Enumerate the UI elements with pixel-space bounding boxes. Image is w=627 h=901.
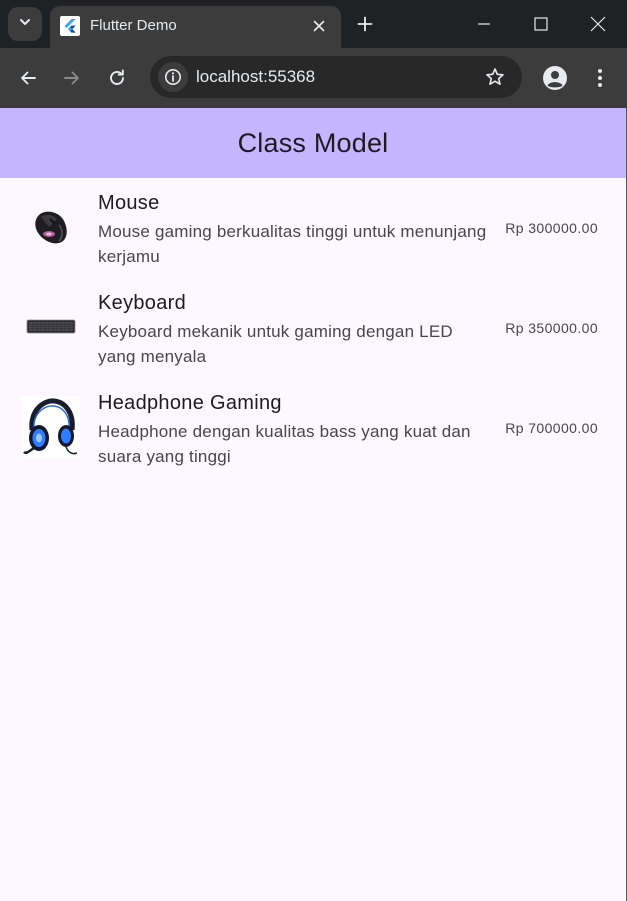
product-name: Mouse	[98, 192, 160, 214]
back-button[interactable]	[12, 62, 44, 94]
product-price: Rp 350000.00	[505, 320, 598, 336]
browser-toolbar: localhost:55368	[0, 48, 627, 108]
product-image-headphone	[22, 396, 80, 458]
arrow-right-icon	[64, 71, 79, 85]
address-bar[interactable]: localhost:55368	[150, 56, 522, 98]
app-bar: Class Model	[0, 108, 626, 178]
mechanical-keyboard-image	[26, 319, 76, 334]
bookmark-button[interactable]	[482, 64, 508, 90]
browser-tab[interactable]: Flutter Demo	[50, 6, 341, 48]
product-name: Headphone Gaming	[98, 392, 282, 414]
product-list: Mouse Mouse gaming berkualitas tinggi un…	[0, 178, 626, 478]
product-description: Mouse gaming berkualitas tinggi untuk me…	[98, 222, 487, 266]
product-image-mouse	[22, 196, 80, 258]
product-image-keyboard	[22, 296, 80, 358]
flutter-logo-icon	[60, 16, 80, 36]
product-description: Keyboard mekanik untuk gaming dengan LED…	[98, 322, 453, 366]
plus-icon	[357, 16, 373, 32]
forward-button[interactable]	[56, 62, 88, 94]
url-text: localhost:55368	[196, 67, 316, 86]
reload-icon	[110, 69, 124, 85]
list-item[interactable]: Keyboard Keyboard mekanik untuk gaming d…	[0, 278, 626, 378]
product-name: Keyboard	[98, 292, 187, 314]
close-window-button[interactable]	[580, 6, 616, 42]
close-icon	[590, 16, 606, 32]
browser-menu-button[interactable]	[584, 62, 616, 94]
product-price: Rp 700000.00	[505, 420, 598, 436]
tab-search-button[interactable]	[8, 7, 42, 41]
tab-strip: Flutter Demo	[0, 0, 627, 48]
gaming-mouse-image	[35, 211, 67, 244]
close-icon	[313, 20, 325, 32]
gaming-headset-image	[22, 396, 80, 458]
product-price: Rp 300000.00	[505, 220, 598, 236]
maximize-icon	[534, 17, 548, 31]
account-icon	[543, 66, 567, 90]
more-vert-icon	[598, 69, 602, 87]
list-item[interactable]: Mouse Mouse gaming berkualitas tinggi un…	[0, 178, 626, 278]
tab-title: Flutter Demo	[90, 17, 177, 34]
list-item[interactable]: Headphone Gaming Headphone dengan kualit…	[0, 378, 626, 478]
new-tab-button[interactable]	[351, 10, 379, 38]
site-info-button[interactable]	[158, 62, 188, 92]
product-description: Headphone dengan kualitas bass yang kuat…	[98, 422, 471, 466]
star-icon	[486, 68, 504, 85]
minimize-button[interactable]	[466, 6, 502, 42]
browser-window: Flutter Demo localhost:55368 Class Model…	[0, 0, 627, 901]
info-icon	[165, 69, 181, 85]
tab-close-button[interactable]	[307, 14, 331, 38]
minimize-icon	[478, 23, 490, 25]
reload-button[interactable]	[101, 62, 133, 94]
maximize-button[interactable]	[523, 6, 559, 42]
page-title: Class Model	[237, 127, 389, 158]
profile-button[interactable]	[539, 62, 571, 94]
arrow-left-icon	[21, 71, 36, 85]
chevron-down-icon	[18, 15, 32, 34]
